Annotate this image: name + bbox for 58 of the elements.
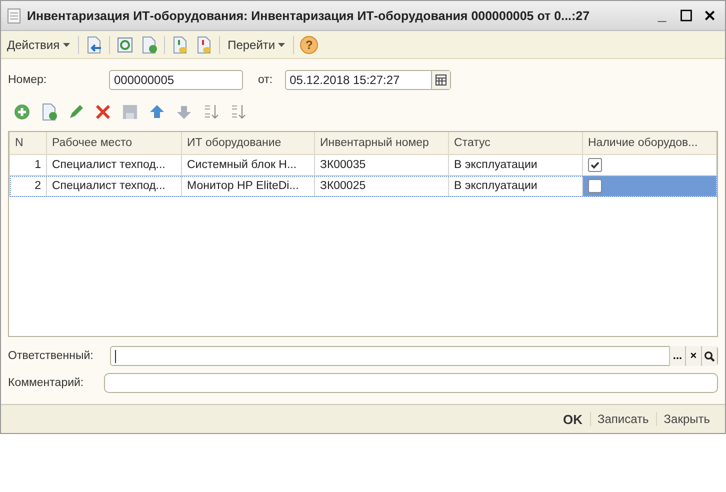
- calendar-icon[interactable]: [430, 71, 450, 89]
- search-icon: [704, 350, 715, 362]
- table-cell: 1: [10, 154, 46, 176]
- checkbox[interactable]: [588, 179, 602, 193]
- table-cell: Системный блок Н...: [182, 154, 314, 176]
- column-header[interactable]: Статус: [448, 132, 582, 154]
- clear-button[interactable]: ×: [685, 346, 701, 366]
- responsible-field[interactable]: ... ×: [110, 346, 718, 366]
- search-button[interactable]: [701, 346, 717, 366]
- caret-icon: [62, 42, 70, 46]
- number-label: Номер:: [8, 74, 48, 86]
- table-cell: 2: [10, 176, 46, 196]
- comment-field[interactable]: [104, 373, 718, 393]
- up-arrow-icon[interactable]: [148, 103, 166, 121]
- document-plus-icon[interactable]: [40, 103, 58, 121]
- down-arrow-icon[interactable]: [175, 103, 193, 121]
- column-header[interactable]: Рабочее место: [46, 132, 182, 154]
- table-cell: В эксплуатации: [448, 154, 582, 176]
- help-button[interactable]: ?: [300, 36, 318, 54]
- date-field[interactable]: 05.12.2018 15:27:27: [284, 70, 451, 90]
- table-cell: Специалист техпод...: [46, 176, 182, 196]
- document-coins-icon[interactable]: [170, 36, 189, 54]
- comment-label: Комментарий:: [8, 377, 85, 389]
- table-cell: Специалист техпод...: [46, 154, 182, 176]
- table-cell: ЗК00035: [314, 154, 448, 176]
- sort-ascending-icon[interactable]: [202, 103, 220, 121]
- delete-icon[interactable]: [94, 103, 112, 121]
- caret-icon: [278, 42, 286, 46]
- select-button[interactable]: ...: [669, 346, 685, 366]
- checkbox[interactable]: [588, 158, 602, 172]
- minimize-button[interactable]: _: [653, 7, 671, 24]
- document-coins-icon[interactable]: [194, 36, 213, 54]
- document-plus-icon[interactable]: [140, 36, 158, 54]
- window-title: Инвентаризация ИТ-оборудования: Инвентаризация ИТ-оборудования 000000005 от 0...:27: [27, 8, 591, 22]
- column-header[interactable]: Инвентарный номер: [314, 132, 448, 154]
- document-icon: [7, 8, 21, 24]
- responsible-label: Ответственный:: [8, 350, 94, 362]
- pencil-icon[interactable]: [67, 103, 85, 121]
- goto-menu[interactable]: Перейти: [226, 38, 288, 52]
- close-button[interactable]: Закрыть: [656, 412, 717, 426]
- add-icon[interactable]: [13, 103, 31, 121]
- ok-button[interactable]: OK: [556, 412, 590, 426]
- save-icon[interactable]: [121, 103, 139, 121]
- table-row[interactable]: 2 Специалист техпод... Монитор HP EliteDi... ЗК00025 В эксплуатации: [10, 176, 716, 196]
- number-field[interactable]: 000000005: [109, 70, 243, 90]
- close-button[interactable]: ✕: [701, 6, 719, 24]
- save-button[interactable]: Записать: [590, 412, 656, 426]
- column-header[interactable]: Наличие оборудов...: [582, 132, 716, 154]
- table-cell: ЗК00025: [314, 176, 448, 196]
- column-header[interactable]: N: [10, 132, 46, 154]
- column-header[interactable]: ИТ оборудование: [182, 132, 314, 154]
- date-label: от:: [258, 74, 273, 86]
- document-arrow-icon[interactable]: [84, 36, 103, 54]
- table-row[interactable]: 1 Специалист техпод... Системный блок Н... ЗК00035 В эксплуатации: [10, 154, 716, 176]
- maximize-button[interactable]: ☐: [677, 6, 695, 24]
- sort-descending-icon[interactable]: [229, 103, 247, 121]
- actions-menu[interactable]: Действия: [5, 38, 72, 52]
- table-cell: Монитор HP EliteDi...: [182, 176, 314, 196]
